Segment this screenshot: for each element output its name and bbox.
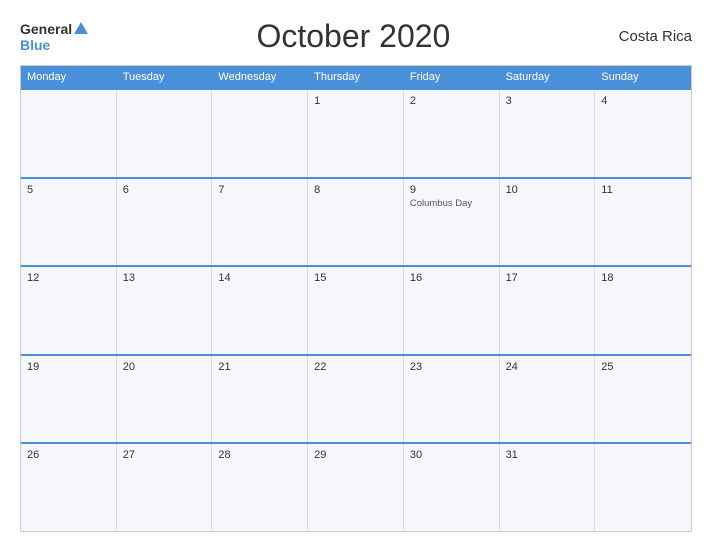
day-number: 23 <box>410 361 493 373</box>
calendar-cell: 13 <box>117 267 213 354</box>
day-number: 16 <box>410 272 493 284</box>
day-number: 21 <box>218 361 301 373</box>
weekday-sunday: Sunday <box>595 66 691 88</box>
country-label: Costa Rica <box>619 28 692 45</box>
day-number: 1 <box>314 95 397 107</box>
calendar-cell: 10 <box>500 179 596 266</box>
day-number: 3 <box>506 95 589 107</box>
calendar-cell: 3 <box>500 90 596 177</box>
calendar-cell: 16 <box>404 267 500 354</box>
day-number: 8 <box>314 184 397 196</box>
calendar-cell: 2 <box>404 90 500 177</box>
calendar-cell: 7 <box>212 179 308 266</box>
calendar-week-5: 26 27 28 29 30 31 <box>21 442 691 531</box>
calendar-cell: 12 <box>21 267 117 354</box>
calendar-header: Monday Tuesday Wednesday Thursday Friday… <box>21 66 691 88</box>
weekday-saturday: Saturday <box>500 66 596 88</box>
day-number: 17 <box>506 272 589 284</box>
day-number: 30 <box>410 449 493 461</box>
calendar-cell: 11 <box>595 179 691 266</box>
weekday-thursday: Thursday <box>308 66 404 88</box>
day-number: 2 <box>410 95 493 107</box>
day-number: 15 <box>314 272 397 284</box>
day-number: 12 <box>27 272 110 284</box>
calendar-cell: 29 <box>308 444 404 531</box>
logo: General Blue <box>20 21 88 53</box>
calendar-cell: 23 <box>404 356 500 443</box>
calendar-cell: 26 <box>21 444 117 531</box>
day-number: 27 <box>123 449 206 461</box>
day-number: 18 <box>601 272 685 284</box>
weekday-friday: Friday <box>404 66 500 88</box>
weekday-monday: Monday <box>21 66 117 88</box>
day-number: 31 <box>506 449 589 461</box>
calendar-cell: 25 <box>595 356 691 443</box>
weekday-tuesday: Tuesday <box>117 66 213 88</box>
calendar: Monday Tuesday Wednesday Thursday Friday… <box>20 65 692 532</box>
calendar-cell: 6 <box>117 179 213 266</box>
day-number: 22 <box>314 361 397 373</box>
calendar-cell: 21 <box>212 356 308 443</box>
calendar-cell: 17 <box>500 267 596 354</box>
calendar-cell: 18 <box>595 267 691 354</box>
calendar-cell: 15 <box>308 267 404 354</box>
calendar-cell <box>117 90 213 177</box>
calendar-cell: 8 <box>308 179 404 266</box>
calendar-cell: 28 <box>212 444 308 531</box>
calendar-week-1: 1 2 34 <box>21 88 691 177</box>
logo-general-text: General <box>20 21 72 37</box>
calendar-cell <box>212 90 308 177</box>
calendar-cell: 22 <box>308 356 404 443</box>
calendar-cell: 20 <box>117 356 213 443</box>
day-number: 5 <box>27 184 110 196</box>
calendar-week-2: 5 67 8 9 Columbus Day 10 11 <box>21 177 691 266</box>
day-number: 11 <box>601 184 685 196</box>
calendar-week-3: 12 13 14 15 16 17 18 <box>21 265 691 354</box>
logo-blue-text: Blue <box>20 37 50 53</box>
calendar-cell: 4 <box>595 90 691 177</box>
day-number: 25 <box>601 361 685 373</box>
day-number: 6 <box>123 184 206 196</box>
calendar-cell: 27 <box>117 444 213 531</box>
day-number: 9 <box>410 184 493 196</box>
day-number: 20 <box>123 361 206 373</box>
day-number: 28 <box>218 449 301 461</box>
day-number: 14 <box>218 272 301 284</box>
calendar-cell: 9 Columbus Day <box>404 179 500 266</box>
day-event: Columbus Day <box>410 198 493 209</box>
page-title: October 2020 <box>88 18 619 55</box>
calendar-cell: 19 <box>21 356 117 443</box>
day-number: 29 <box>314 449 397 461</box>
calendar-cell: 5 <box>21 179 117 266</box>
day-number: 13 <box>123 272 206 284</box>
calendar-body: 123456789Columbus Day1011121314151617181… <box>21 88 691 531</box>
calendar-cell <box>21 90 117 177</box>
day-number: 19 <box>27 361 110 373</box>
logo-triangle-icon <box>74 22 88 34</box>
header: General Blue October 2020 Costa Rica <box>20 18 692 55</box>
weekday-wednesday: Wednesday <box>212 66 308 88</box>
day-number: 4 <box>601 95 685 107</box>
calendar-cell: 14 <box>212 267 308 354</box>
day-number: 7 <box>218 184 301 196</box>
calendar-cell: 30 <box>404 444 500 531</box>
calendar-cell: 24 <box>500 356 596 443</box>
day-number: 24 <box>506 361 589 373</box>
calendar-cell: 31 <box>500 444 596 531</box>
day-number: 10 <box>506 184 589 196</box>
calendar-week-4: 19 20 21 22 23 24 25 <box>21 354 691 443</box>
calendar-cell: 1 <box>308 90 404 177</box>
day-number: 26 <box>27 449 110 461</box>
calendar-cell <box>595 444 691 531</box>
page: General Blue October 2020 Costa Rica Mon… <box>0 0 712 550</box>
